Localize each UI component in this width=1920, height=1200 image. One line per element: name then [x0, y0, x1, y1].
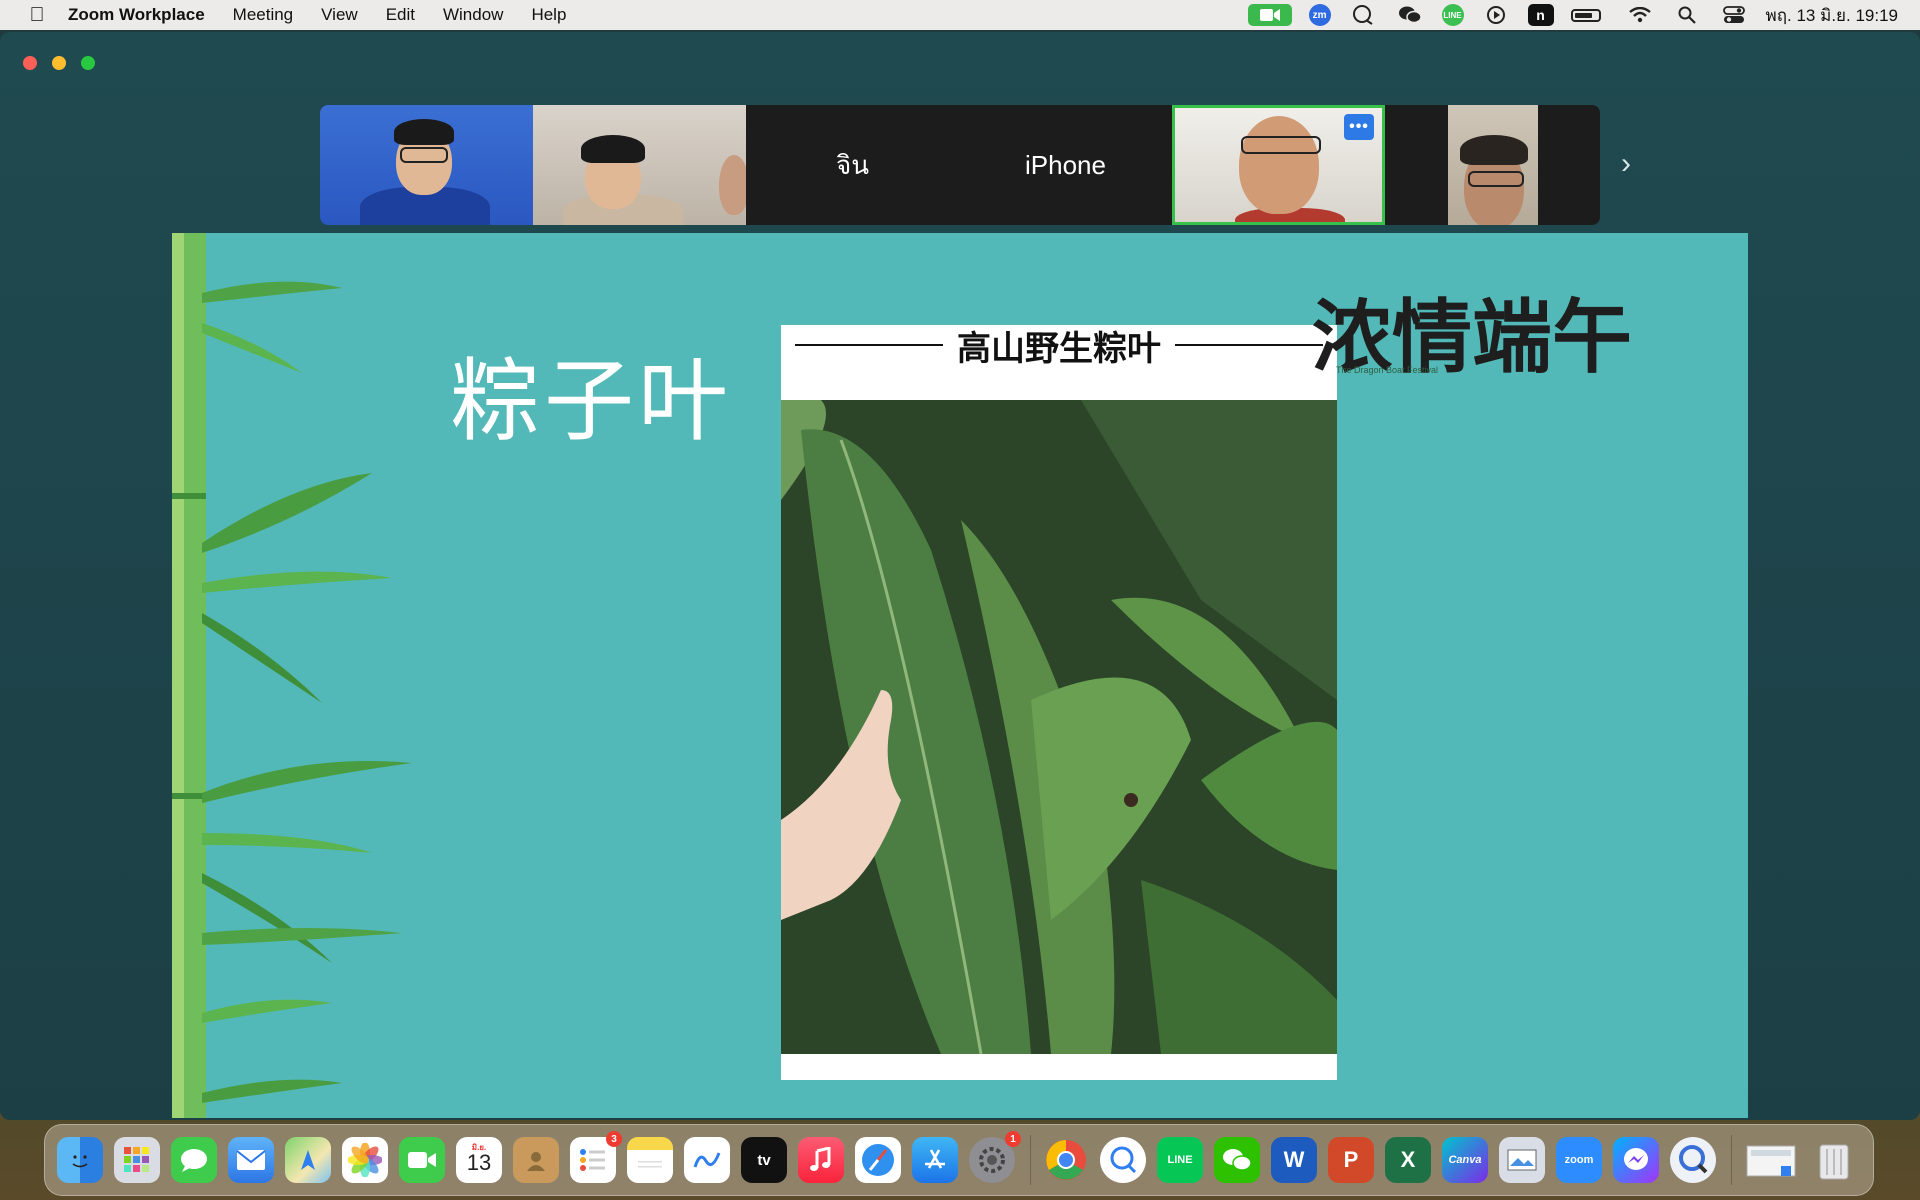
participant-video-tile[interactable] [533, 105, 746, 225]
app-name-menu[interactable]: Zoom Workplace [68, 5, 205, 25]
participant-hair [394, 119, 454, 145]
powerpoint-icon[interactable]: P [1328, 1137, 1374, 1183]
window-fullscreen-button[interactable] [81, 56, 95, 70]
settings-badge: 1 [1005, 1131, 1021, 1147]
chrome-icon[interactable] [1043, 1137, 1089, 1183]
messenger-icon[interactable] [1613, 1137, 1659, 1183]
zoom-camera-icon[interactable] [1247, 4, 1292, 26]
dragon-boat-festival-logo: 浓情端午 The Dragon Boat Festival [1312, 273, 1632, 384]
bamboo-leaf-photo [781, 400, 1337, 1054]
quicktime-chat-icon[interactable] [1100, 1137, 1146, 1183]
photos-icon[interactable] [342, 1137, 388, 1183]
zoom-app-label: zoom [1564, 1154, 1594, 1166]
calendar-day: 13 [466, 1150, 492, 1175]
glasses-icon [400, 147, 448, 163]
glasses-icon [1468, 171, 1524, 187]
gallery-next-page-button[interactable]: › [1616, 144, 1636, 184]
safari-icon[interactable] [855, 1137, 901, 1183]
trash-icon[interactable] [1811, 1137, 1857, 1183]
menu-meeting[interactable]: Meeting [233, 5, 293, 25]
facetime-icon[interactable] [399, 1137, 445, 1183]
music-icon[interactable] [798, 1137, 844, 1183]
photo-card: 高山野生粽叶 [781, 325, 1337, 1080]
mail-icon[interactable] [228, 1137, 274, 1183]
screen-sharing-icon[interactable] [1670, 1137, 1716, 1183]
dock-separator [1030, 1135, 1031, 1185]
play-icon[interactable] [1481, 4, 1511, 26]
downloads-stack-icon[interactable] [1744, 1137, 1800, 1183]
excel-icon[interactable]: X [1385, 1137, 1431, 1183]
bamboo-decoration [172, 233, 412, 1118]
participant-hair [581, 135, 645, 163]
participant-hair [1460, 135, 1528, 165]
wifi-icon[interactable] [1625, 4, 1655, 26]
n-app-icon[interactable]: n [1527, 4, 1554, 26]
wechat-app-icon[interactable] [1214, 1137, 1260, 1183]
dock: มิ.ย. 13 3 tv 1 LINE W P X Canva zoom [44, 1124, 1874, 1196]
slide-title: 粽子叶 [450, 349, 732, 454]
caption-rule-right [1175, 344, 1323, 346]
photo-caption-text: 高山野生粽叶 [957, 328, 1161, 369]
preview-icon[interactable] [1499, 1137, 1545, 1183]
active-speaker-tile[interactable]: ••• [1172, 105, 1385, 225]
apple-menu-icon[interactable]:  [26, 4, 48, 27]
reminders-badge: 3 [606, 1131, 622, 1147]
participant-gallery: จิน iPhone ••• [320, 105, 1600, 225]
menu-window[interactable]: Window [443, 5, 503, 25]
word-icon[interactable]: W [1271, 1137, 1317, 1183]
shared-screen-slide: 粽子叶 高山野生粽叶 浓情端午 The Dragon Boat Festival [172, 233, 1748, 1118]
wechat-icon[interactable] [1395, 4, 1425, 26]
dock-separator [1731, 1135, 1732, 1185]
search-icon[interactable] [1672, 4, 1702, 26]
freeform-icon[interactable] [684, 1137, 730, 1183]
apple-tv-label: tv [757, 1151, 771, 1169]
menu-edit[interactable]: Edit [386, 5, 415, 25]
battery-icon[interactable] [1570, 8, 1601, 22]
chat-bubble-icon[interactable] [1348, 4, 1378, 26]
zoom-mini-icon[interactable]: zm [1308, 4, 1331, 26]
canva-icon[interactable]: Canva [1442, 1137, 1488, 1183]
participant-video-tile[interactable] [320, 105, 533, 225]
finder-icon[interactable] [57, 1137, 103, 1183]
photo-caption: 高山野生粽叶 [781, 325, 1337, 369]
zoom-app-icon[interactable]: zoom [1556, 1137, 1602, 1183]
launchpad-icon[interactable] [114, 1137, 160, 1183]
participant-name-tile[interactable]: จิน [746, 105, 959, 225]
menu-clock[interactable]: พฤ. 13 มิ.ย. 19:19 [1766, 2, 1898, 29]
notes-icon[interactable] [627, 1137, 673, 1183]
maps-icon[interactable] [285, 1137, 331, 1183]
reminders-icon[interactable]: 3 [570, 1131, 622, 1183]
participant-video-tile[interactable] [1448, 105, 1538, 225]
canva-label: Canva [1448, 1154, 1482, 1166]
system-settings-icon[interactable]: 1 [969, 1131, 1021, 1183]
more-options-button[interactable]: ••• [1344, 114, 1374, 140]
control-center-icon[interactable] [1719, 4, 1749, 26]
line-app-label: LINE [1167, 1154, 1193, 1166]
app-store-icon[interactable] [912, 1137, 958, 1183]
logo-subtitle: The Dragon Boat Festival [1336, 365, 1439, 375]
window-close-button[interactable] [23, 56, 37, 70]
participant-face [1239, 116, 1319, 214]
participant-name: จิน [835, 149, 869, 180]
status-tray: zm LINE n พฤ. 13 มิ.ย. 19:19 [1247, 0, 1920, 30]
menu-view[interactable]: View [321, 5, 358, 25]
participant-name-tile[interactable]: iPhone [959, 105, 1172, 225]
messages-icon[interactable] [171, 1137, 217, 1183]
line-app-icon[interactable]: LINE [1157, 1137, 1203, 1183]
menu-bar:  Zoom Workplace Meeting View Edit Windo… [0, 0, 1920, 30]
participant-face [719, 155, 746, 215]
apple-tv-icon[interactable]: tv [741, 1137, 787, 1183]
participant-name: iPhone [1025, 149, 1106, 180]
line-icon[interactable]: LINE [1441, 4, 1464, 26]
window-minimize-button[interactable] [52, 56, 66, 70]
menu-help[interactable]: Help [531, 5, 566, 25]
caption-rule-left [795, 344, 943, 346]
calendar-icon[interactable]: มิ.ย. 13 [456, 1137, 502, 1183]
contacts-icon[interactable] [513, 1137, 559, 1183]
glasses-icon [1241, 136, 1321, 154]
